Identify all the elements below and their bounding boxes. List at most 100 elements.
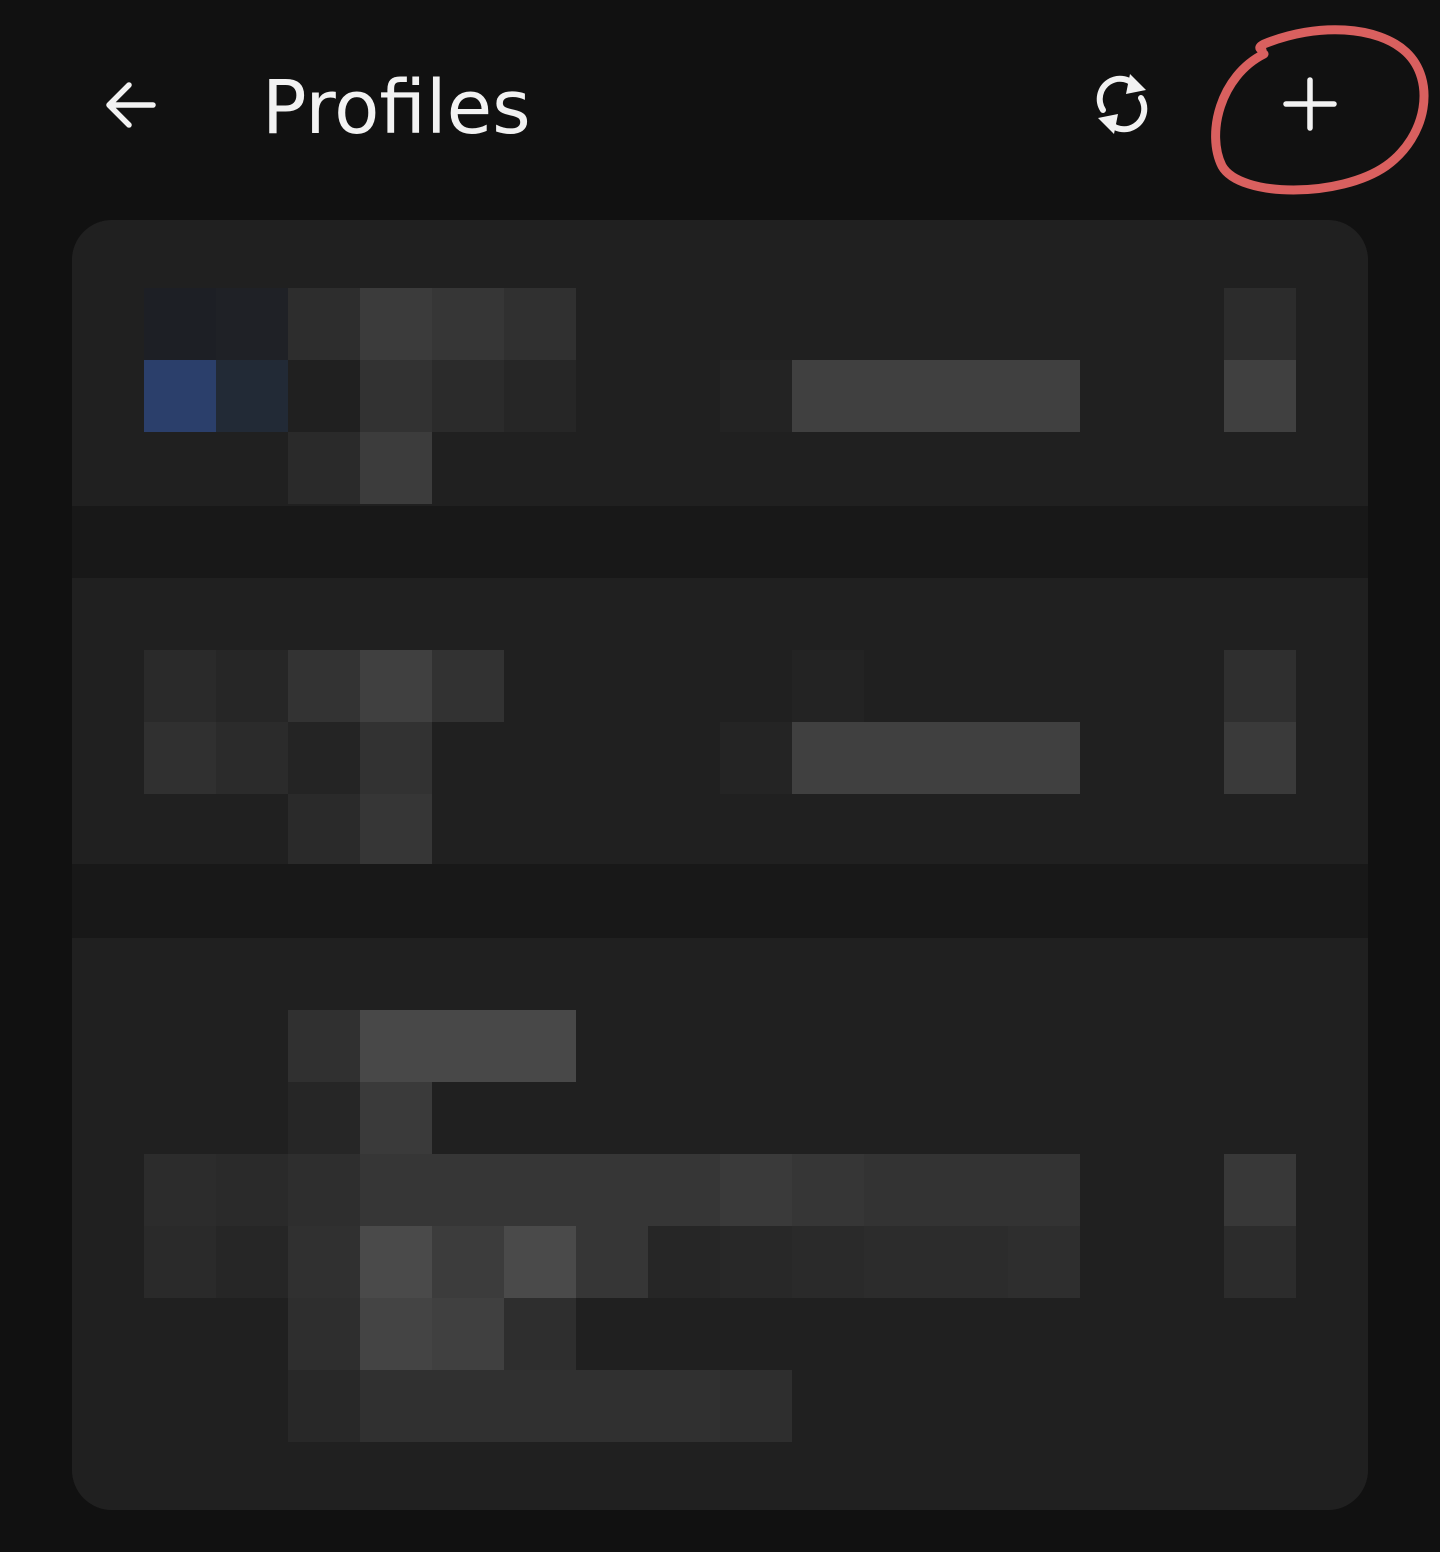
redacted-block — [360, 1154, 432, 1226]
redacted-block — [216, 288, 288, 360]
redacted-block — [360, 1010, 432, 1082]
redacted-block — [144, 650, 216, 722]
profiles-list — [72, 220, 1368, 1510]
redacted-block — [1224, 722, 1296, 794]
plus-icon — [1283, 77, 1337, 131]
redacted-block — [360, 1226, 432, 1298]
redacted-block — [1224, 1226, 1296, 1298]
redacted-block — [720, 1154, 792, 1226]
redacted-block — [864, 1226, 936, 1298]
page-title: Profiles — [262, 65, 531, 151]
redacted-block — [1224, 650, 1296, 722]
redacted-block — [1008, 1226, 1080, 1298]
redacted-block — [360, 1298, 432, 1370]
app-bar: Profiles — [0, 0, 1440, 210]
redacted-block — [216, 360, 288, 432]
redacted-block — [504, 1226, 576, 1298]
redacted-block — [432, 1298, 504, 1370]
redacted-block — [864, 722, 936, 794]
redacted-block — [144, 288, 216, 360]
redacted-block — [360, 794, 432, 866]
redacted-block — [288, 1010, 360, 1082]
redacted-block — [792, 650, 864, 722]
redacted-block — [288, 1154, 360, 1226]
redacted-block — [648, 1154, 720, 1226]
redacted-block — [360, 288, 432, 360]
redacted-block — [360, 1082, 432, 1154]
redacted-block — [576, 1226, 648, 1298]
redacted-block — [144, 1226, 216, 1298]
redacted-block — [360, 650, 432, 722]
redacted-block — [576, 1154, 648, 1226]
redacted-block — [288, 432, 360, 504]
redacted-block — [648, 1226, 720, 1298]
redacted-block — [432, 1154, 504, 1226]
redacted-block — [864, 1154, 936, 1226]
profile-card[interactable] — [72, 938, 1368, 1510]
redacted-block — [432, 1010, 504, 1082]
redacted-block — [936, 1154, 1008, 1226]
redacted-block — [432, 1370, 504, 1442]
redacted-block — [288, 1298, 360, 1370]
redacted-block — [432, 1226, 504, 1298]
redacted-block — [720, 1370, 792, 1442]
redacted-block — [288, 650, 360, 722]
redacted-block — [288, 1370, 360, 1442]
redacted-block — [144, 722, 216, 794]
profile-card[interactable] — [72, 220, 1368, 506]
redacted-block — [216, 1226, 288, 1298]
redacted-block — [792, 1226, 864, 1298]
redacted-block — [504, 360, 576, 432]
redacted-block — [720, 1226, 792, 1298]
avatar-redacted — [144, 360, 216, 432]
redacted-block — [432, 288, 504, 360]
redacted-block — [288, 1226, 360, 1298]
redacted-block — [1224, 288, 1296, 360]
list-divider — [72, 864, 1368, 938]
sync-icon — [1096, 74, 1148, 134]
redacted-block — [432, 650, 504, 722]
redacted-block — [288, 1082, 360, 1154]
redacted-block — [504, 1154, 576, 1226]
redacted-block — [720, 360, 792, 432]
redacted-block — [504, 1010, 576, 1082]
redacted-block — [288, 722, 360, 794]
list-divider — [72, 506, 1368, 578]
redacted-block — [360, 722, 432, 794]
redacted-block — [1224, 360, 1296, 432]
redacted-block — [936, 1226, 1008, 1298]
redacted-block — [288, 794, 360, 866]
profiles-screen: Profiles — [0, 0, 1440, 1552]
redacted-block — [432, 360, 504, 432]
redacted-block — [504, 1370, 576, 1442]
back-button[interactable] — [86, 60, 176, 150]
redacted-block — [144, 1154, 216, 1226]
arrow-left-icon — [106, 82, 156, 128]
redacted-block — [720, 722, 792, 794]
redacted-block — [648, 1370, 720, 1442]
redacted-block — [288, 360, 360, 432]
refresh-button[interactable] — [1074, 56, 1170, 152]
redacted-block — [1008, 360, 1080, 432]
redacted-block — [1008, 722, 1080, 794]
redacted-block — [288, 288, 360, 360]
redacted-block — [360, 360, 432, 432]
redacted-block — [936, 360, 1008, 432]
redacted-block — [576, 1370, 648, 1442]
redacted-block — [936, 722, 1008, 794]
redacted-block — [216, 650, 288, 722]
redacted-block — [360, 432, 432, 504]
add-profile-button[interactable] — [1262, 56, 1358, 152]
redacted-block — [1008, 1154, 1080, 1226]
redacted-block — [1224, 1154, 1296, 1226]
profile-card[interactable] — [72, 578, 1368, 866]
redacted-block — [792, 360, 864, 432]
redacted-block — [792, 1154, 864, 1226]
redacted-block — [360, 1370, 432, 1442]
redacted-block — [216, 1154, 288, 1226]
redacted-block — [216, 722, 288, 794]
redacted-block — [792, 722, 864, 794]
redacted-block — [504, 1298, 576, 1370]
redacted-block — [864, 360, 936, 432]
redacted-block — [504, 288, 576, 360]
